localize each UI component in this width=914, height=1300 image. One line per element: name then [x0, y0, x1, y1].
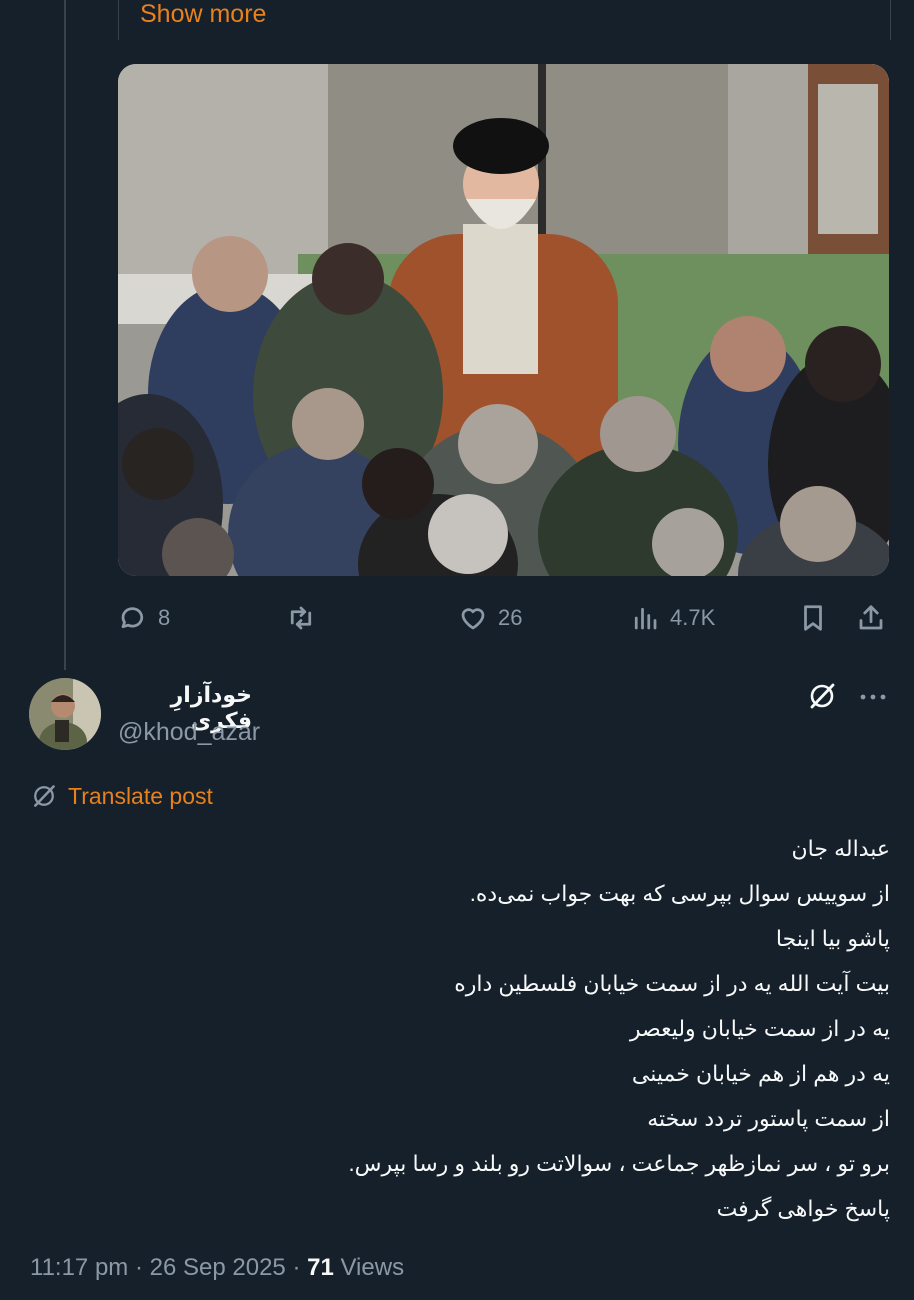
post-text-line: یه در از سمت خیابان ولیعصر	[629, 1016, 890, 1041]
views-icon	[634, 607, 657, 630]
like-count: 26	[498, 605, 523, 630]
post-time[interactable]: 11:17 pm	[30, 1254, 128, 1281]
post-date[interactable]: 26 Sep 2025	[150, 1254, 286, 1281]
translate-label: Translate post	[68, 782, 213, 809]
post-text-line: برو تو ، سر نمازظهر جماعت ، سوالاتت رو ب…	[348, 1151, 890, 1176]
grok-icon[interactable]	[806, 680, 838, 712]
like-button[interactable]: 26	[458, 598, 522, 638]
post-metadata: 11:17 pm · 26 Sep 2025 · 71 Views	[30, 1254, 405, 1281]
views-count: 4.7K	[670, 605, 716, 630]
more-icon[interactable]	[857, 683, 889, 711]
share-icon	[859, 605, 883, 630]
author-handle[interactable]: @khod_azar	[118, 718, 260, 747]
post-text-line: پاشو بیا اینجا	[775, 926, 890, 951]
repost-button[interactable]	[286, 598, 326, 638]
show-more-link[interactable]: Show more	[140, 0, 266, 29]
post-text-line: یه در هم از هم خیابان خمینی	[631, 1061, 890, 1086]
avatar[interactable]	[29, 678, 101, 750]
share-button[interactable]	[856, 598, 886, 638]
translate-post-link[interactable]: Translate post	[30, 782, 213, 810]
thread-line	[64, 0, 66, 670]
like-icon	[461, 608, 485, 630]
post-views-count: 71	[307, 1254, 334, 1281]
post-text-line: پاسخ خواهی گرفت	[716, 1196, 890, 1221]
post-text-line: بیت آیت الله یه در از سمت خیابان فلسطین …	[454, 971, 890, 996]
post-image[interactable]	[118, 64, 889, 576]
post-text: عبداله جان از سوییس سوال بپرسی که بهت جو…	[30, 826, 890, 1231]
post-text-line: از سمت پاستور تردد سخته	[647, 1106, 890, 1131]
views-button[interactable]: 4.7K	[630, 598, 715, 638]
post-action-bar: 8 26 4.7K	[118, 598, 889, 640]
reply-count: 8	[158, 605, 171, 630]
post-text-line: عبداله جان	[791, 836, 891, 861]
post-views-label: Views	[340, 1254, 405, 1281]
bookmark-button[interactable]	[798, 598, 828, 638]
post-text-line: از سوییس سوال بپرسی که بهت جواب نمی‌ده.	[469, 881, 890, 906]
reply-button[interactable]: 8	[118, 598, 170, 638]
translate-icon	[34, 785, 55, 807]
repost-icon	[290, 606, 312, 630]
bookmark-icon	[804, 605, 822, 631]
reply-icon	[121, 607, 144, 629]
